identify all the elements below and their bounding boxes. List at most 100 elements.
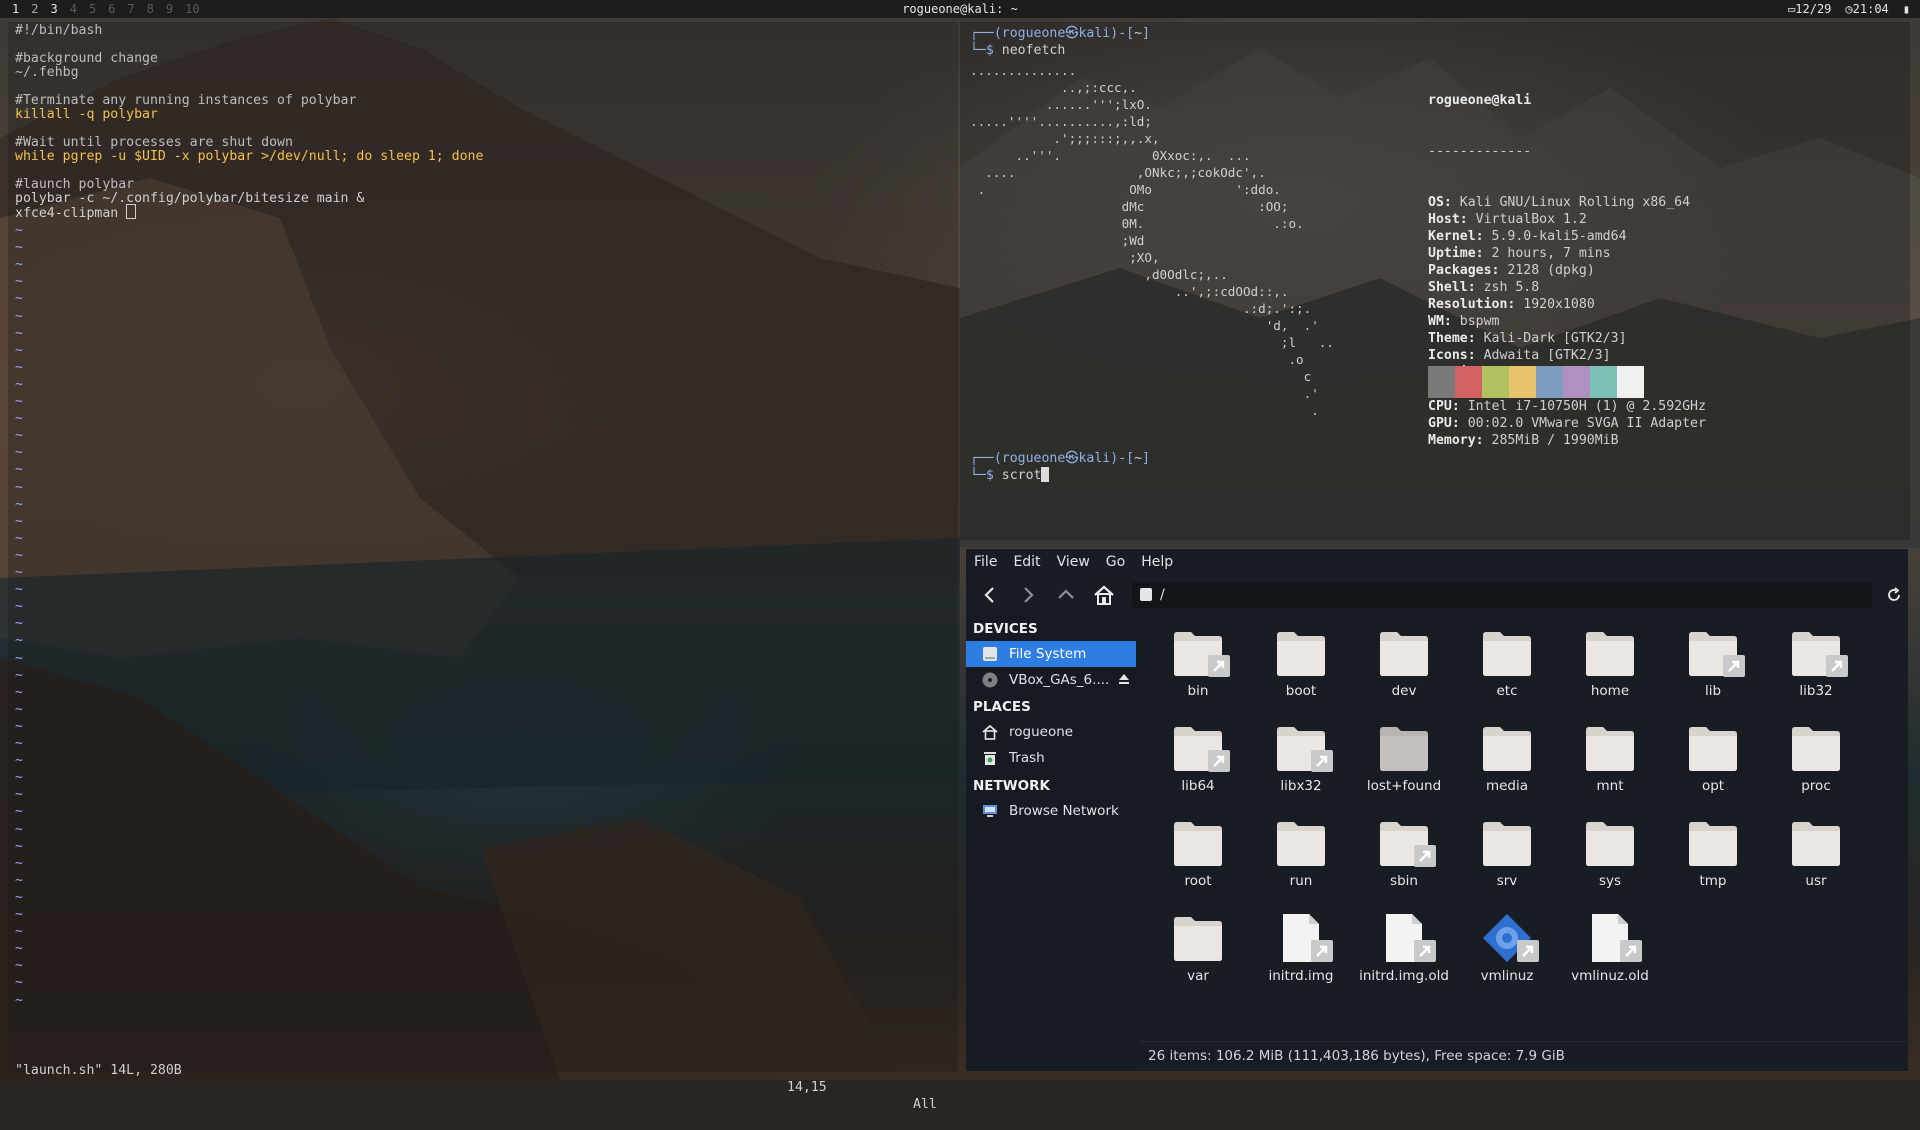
workspace-6[interactable]: 6 bbox=[108, 0, 115, 18]
menu-edit[interactable]: Edit bbox=[1013, 549, 1040, 575]
terminal-cursor bbox=[1041, 467, 1050, 482]
menu-go[interactable]: Go bbox=[1106, 549, 1125, 575]
folder-icon bbox=[1586, 632, 1634, 676]
file-item-name: initrd.img.old bbox=[1359, 968, 1449, 984]
info-row: WM: bspwm bbox=[1428, 314, 1500, 329]
file-item-name: lib bbox=[1704, 683, 1722, 699]
workspace-9[interactable]: 9 bbox=[166, 0, 173, 18]
info-separator: ------------- bbox=[1428, 144, 1532, 159]
ascii-line: .';;;:::;,,.x, bbox=[970, 131, 1160, 146]
file-item[interactable]: bin bbox=[1148, 623, 1248, 715]
command-line-2[interactable]: └─$ scrot bbox=[970, 467, 1050, 484]
vim-tilde-line: ~ bbox=[15, 428, 23, 444]
vim-cursor-position: 14,15 bbox=[787, 1080, 827, 1095]
file-item[interactable]: sys bbox=[1560, 813, 1660, 905]
file-item[interactable]: root bbox=[1148, 813, 1248, 905]
file-item[interactable]: tmp bbox=[1663, 813, 1763, 905]
vim-line-1: #!/bin/bash bbox=[15, 23, 103, 38]
file-item[interactable]: vmlinuz.old bbox=[1560, 908, 1660, 1000]
sidebar-item-home[interactable]: rogueone bbox=[966, 719, 1136, 745]
trash-icon bbox=[984, 752, 996, 765]
file-item[interactable]: boot bbox=[1251, 623, 1351, 715]
color-swatch bbox=[1428, 366, 1455, 398]
folder-icon bbox=[1689, 727, 1737, 771]
date-module: ▭12/29 bbox=[1788, 0, 1831, 18]
info-row: OS: Kali GNU/Linux Rolling x86_64 bbox=[1428, 195, 1691, 210]
file-item[interactable]: etc bbox=[1457, 623, 1557, 715]
file-item[interactable]: libx32 bbox=[1251, 718, 1351, 810]
file-item[interactable]: initrd.img.old bbox=[1354, 908, 1454, 1000]
file-item[interactable]: vmlinuz bbox=[1457, 908, 1557, 1000]
file-item-name: lost+found bbox=[1366, 778, 1442, 794]
lock-icon[interactable]: ▮ bbox=[1903, 0, 1910, 18]
file-icon-view[interactable]: bin boot dev etc home lib lib32 lib64 libx32 lost… bbox=[1140, 615, 1906, 1023]
file-item[interactable]: lib32 bbox=[1766, 623, 1866, 715]
workspace-1[interactable]: 1 bbox=[12, 0, 19, 18]
file-item[interactable]: home bbox=[1560, 623, 1660, 715]
info-value: Kali-Dark [GTK2/3] bbox=[1483, 331, 1627, 346]
forward-button[interactable] bbox=[1014, 581, 1042, 609]
sidebar-item-vbox[interactable]: VBox_GAs_6.... bbox=[966, 667, 1136, 693]
vim-tilde-line: ~ bbox=[15, 479, 23, 495]
vim-terminal[interactable]: #!/bin/bash #background change ~/.fehbg … bbox=[8, 22, 958, 1112]
file-item[interactable]: dev bbox=[1354, 623, 1454, 715]
file-item[interactable]: run bbox=[1251, 813, 1351, 905]
folder-icon bbox=[1174, 917, 1222, 961]
workspace-5[interactable]: 5 bbox=[89, 0, 96, 18]
info-key: WM bbox=[1428, 314, 1444, 329]
info-value: zsh 5.8 bbox=[1483, 280, 1540, 295]
back-button[interactable] bbox=[976, 581, 1004, 609]
vim-tilde-line: ~ bbox=[15, 530, 23, 546]
workspace-list: 1 2 3 4 5 6 7 8 9 10 bbox=[12, 0, 200, 18]
workspace-4[interactable]: 4 bbox=[70, 0, 77, 18]
ascii-line: .............. bbox=[970, 63, 1077, 78]
menu-file[interactable]: File bbox=[974, 549, 997, 575]
folder-icon bbox=[1174, 822, 1222, 866]
workspace-2[interactable]: 2 bbox=[31, 0, 38, 18]
info-value: Adwaita [GTK2/3] bbox=[1483, 348, 1611, 363]
file-item[interactable]: mnt bbox=[1560, 718, 1660, 810]
file-item[interactable]: proc bbox=[1766, 718, 1866, 810]
eject-icon[interactable] bbox=[1118, 673, 1130, 685]
reload-button[interactable] bbox=[1880, 581, 1908, 609]
parent-folder-button[interactable] bbox=[1052, 581, 1080, 609]
file-item[interactable]: lib64 bbox=[1148, 718, 1248, 810]
file-item[interactable]: lib bbox=[1663, 623, 1763, 715]
home-button[interactable] bbox=[1090, 581, 1118, 609]
file-item-name: run bbox=[1289, 873, 1313, 889]
menu-help[interactable]: Help bbox=[1141, 549, 1173, 575]
workspace-10[interactable]: 10 bbox=[185, 0, 199, 18]
drive-icon bbox=[983, 647, 997, 661]
location-bar[interactable]: / bbox=[1132, 582, 1872, 608]
file-item[interactable]: var bbox=[1148, 908, 1248, 1000]
file-item[interactable]: usr bbox=[1766, 813, 1866, 905]
sidebar-item-trash[interactable]: Trash bbox=[966, 745, 1136, 771]
file-item-name: usr bbox=[1805, 873, 1827, 889]
file-item[interactable]: initrd.img bbox=[1251, 908, 1351, 1000]
file-item[interactable]: media bbox=[1457, 718, 1557, 810]
file-item[interactable]: srv bbox=[1457, 813, 1557, 905]
menu-view[interactable]: View bbox=[1057, 549, 1090, 575]
file-item-name: sys bbox=[1598, 873, 1622, 889]
file-item[interactable]: sbin bbox=[1354, 813, 1454, 905]
vim-tilde-line: ~ bbox=[15, 411, 23, 427]
sidebar-item-label: Browse Network bbox=[1009, 803, 1119, 819]
workspace-8[interactable]: 8 bbox=[147, 0, 154, 18]
sidebar-item-label: Trash bbox=[1009, 750, 1045, 766]
neofetch-terminal[interactable]: ┌──(rogueone㉿kali)-[~] └─$ neofetch ....… bbox=[960, 22, 1910, 540]
file-item-name: initrd.img bbox=[1268, 968, 1334, 984]
neofetch-info: rogueone@kali ------------- OS: Kali GNU… bbox=[1428, 58, 1706, 483]
vim-tilde-line: ~ bbox=[15, 992, 23, 1008]
file-item[interactable]: lost+found bbox=[1354, 718, 1454, 810]
symlink-arrow-icon bbox=[1208, 750, 1230, 772]
sidebar-item-browse-network[interactable]: Browse Network bbox=[966, 798, 1136, 824]
info-value: 1920x1080 bbox=[1523, 297, 1595, 312]
ascii-line: ;Wd bbox=[970, 233, 1145, 248]
workspace-7[interactable]: 7 bbox=[127, 0, 134, 18]
vim-tilde-line: ~ bbox=[15, 872, 23, 888]
sidebar-item-file-system[interactable]: File System bbox=[966, 641, 1136, 667]
folder-icon bbox=[1380, 632, 1428, 676]
workspace-3[interactable]: 3 bbox=[50, 0, 57, 18]
vim-tilde-line: ~ bbox=[15, 770, 23, 786]
file-item[interactable]: opt bbox=[1663, 718, 1763, 810]
